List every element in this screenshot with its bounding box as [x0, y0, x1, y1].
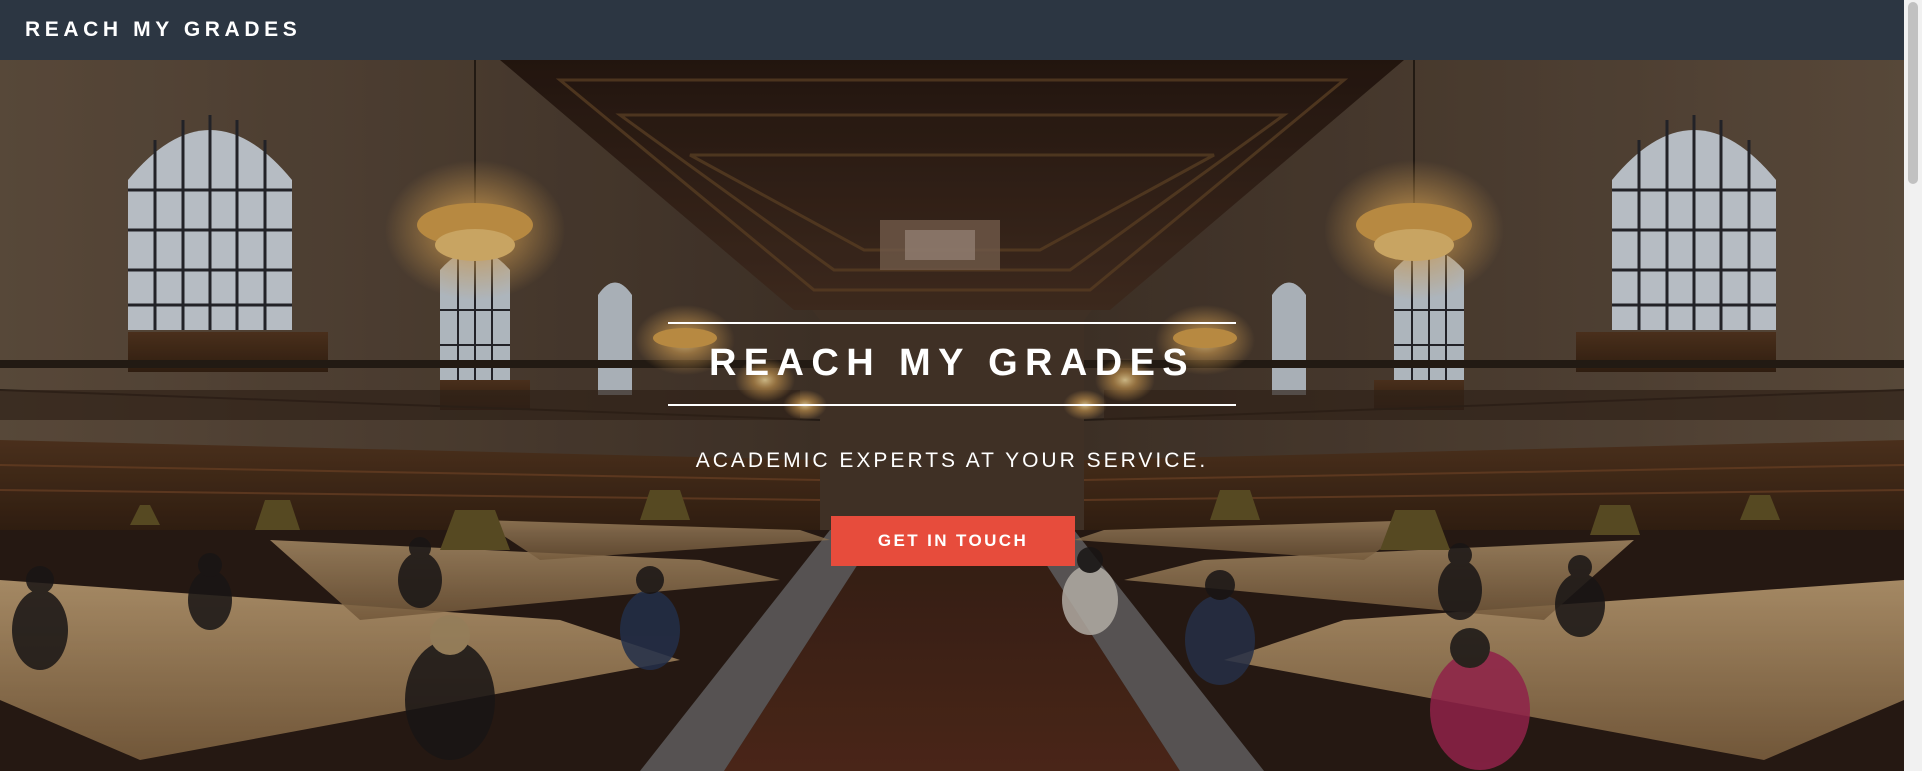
brand-logo-link[interactable]: REACH MY GRADES: [25, 18, 301, 42]
hero-content: REACH MY GRADES ACADEMIC EXPERTS AT YOUR…: [0, 60, 1904, 771]
scrollbar-thumb[interactable]: [1908, 2, 1918, 184]
title-bottom-divider: [668, 404, 1236, 406]
title-top-divider: [668, 322, 1236, 324]
hero-title: REACH MY GRADES: [708, 342, 1196, 384]
top-navbar: REACH MY GRADES: [0, 0, 1904, 60]
hero-subtitle: ACADEMIC EXPERTS AT YOUR SERVICE.: [695, 449, 1209, 472]
get-in-touch-button[interactable]: GET IN TOUCH: [831, 516, 1075, 566]
page-scrollbar[interactable]: [1904, 0, 1922, 771]
hero-section: REACH MY GRADES ACADEMIC EXPERTS AT YOUR…: [0, 60, 1904, 771]
